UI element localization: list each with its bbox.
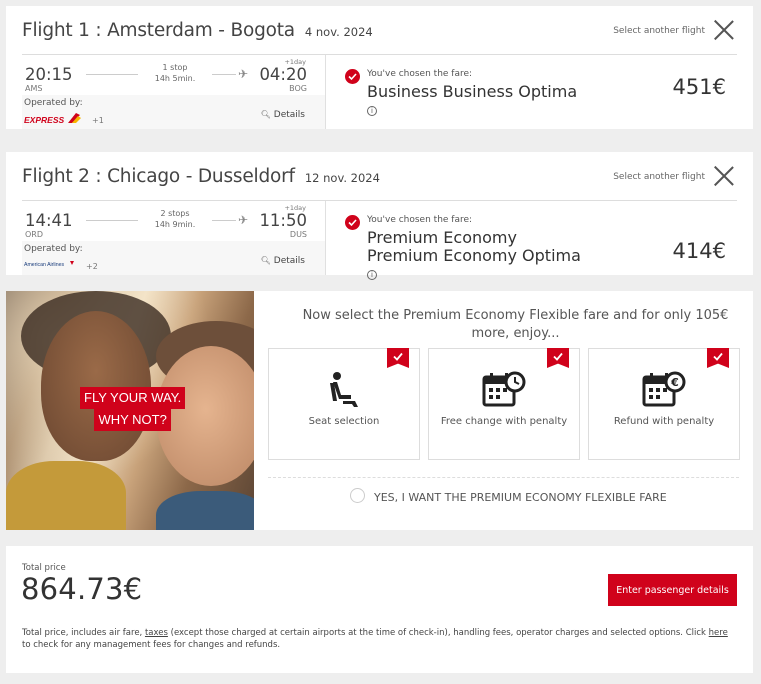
- calendar-clock-icon: [429, 371, 579, 411]
- flight-date: 4 nov. 2024: [304, 25, 373, 39]
- info-icon[interactable]: i: [367, 105, 377, 116]
- benefit-seat-selection: Seat selection: [268, 348, 420, 460]
- plane-icon: ✈: [238, 213, 249, 227]
- flight-title: Flight 1 : Amsterdam - Bogota: [22, 20, 295, 41]
- stops-info: 2 stops 14h 9min.: [140, 208, 210, 230]
- here-link[interactable]: here: [709, 628, 728, 638]
- flight-duration: 14h 5min.: [154, 74, 196, 83]
- arrival-code: DUS: [289, 230, 307, 239]
- operator-more-count: +2: [86, 262, 98, 271]
- upsell-headline: Now select the Premium Economy Flexible …: [302, 308, 729, 341]
- details-label: Details: [273, 110, 305, 120]
- departure-code: ORD: [25, 230, 44, 239]
- operated-by-label: Operated by:: [24, 98, 83, 108]
- route-line: [212, 220, 236, 221]
- arrival-code: BOG: [289, 84, 307, 93]
- flight-header: Flight 1 : Amsterdam - Bogota 4 nov. 202…: [22, 20, 373, 46]
- benefit-label: Refund with penalty: [613, 416, 715, 427]
- search-icon: 🔍︎: [260, 110, 271, 119]
- select-another-flight-link[interactable]: Select another flight: [613, 172, 705, 182]
- benefit-free-change: Free change with penalty: [428, 348, 580, 460]
- taxes-link[interactable]: taxes: [145, 628, 168, 638]
- flight-itinerary: 14:41 ORD 2 stops 14h 9min. ✈ +1day 11:5…: [22, 201, 325, 275]
- flight-card-2: Flight 2 : Chicago - Dusseldorf 12 nov. …: [6, 152, 753, 280]
- route-line: [86, 74, 138, 75]
- total-price: 864.73€: [21, 572, 143, 606]
- flight-duration: 14h 9min.: [154, 220, 196, 229]
- promo-line-2: WHY NOT?: [94, 409, 171, 431]
- check-icon: [547, 348, 569, 368]
- upsell-panel: FLY YOUR WAY. WHY NOT? Now select the Pr…: [6, 291, 753, 530]
- chosen-fare: You've chosen the fare: Premium Economy …: [326, 201, 753, 280]
- chosen-fare-label: You've chosen the fare:: [367, 69, 473, 79]
- benefit-label: Seat selection: [308, 416, 380, 427]
- check-icon: [707, 348, 729, 368]
- divider: [268, 477, 739, 478]
- info-icon[interactable]: i: [367, 269, 377, 280]
- departure-time: 14:41: [25, 211, 73, 230]
- stops-count: 1 stop: [162, 63, 188, 72]
- svg-text:American Airlines: American Airlines: [24, 262, 64, 268]
- flight-card-1: Flight 1 : Amsterdam - Bogota 4 nov. 202…: [6, 6, 753, 129]
- seat-icon: [269, 371, 419, 411]
- departure-time: 20:15: [25, 65, 73, 84]
- flexible-fare-radio[interactable]: [350, 488, 365, 503]
- calendar-euro-icon: €: [589, 371, 739, 411]
- benefits-list: Seat selection Free change with penalty …: [268, 348, 740, 460]
- departure-code: AMS: [25, 84, 43, 93]
- flight-itinerary: 20:15 AMS 1 stop 14h 5min. ✈ +1day 04:20…: [22, 55, 325, 129]
- enter-passenger-details-button[interactable]: Enter passenger details: [608, 574, 737, 606]
- fare-price: 414€: [672, 239, 726, 263]
- check-icon: [345, 215, 360, 230]
- route-line: [86, 220, 138, 221]
- close-icon[interactable]: [713, 165, 735, 187]
- route-line: [212, 74, 236, 75]
- fare-price: 451€: [672, 75, 726, 99]
- details-link[interactable]: 🔍︎ Details: [261, 256, 305, 266]
- arrival-time: 11:50: [259, 211, 307, 230]
- svg-text:€: €: [670, 376, 679, 389]
- flight-header: Flight 2 : Chicago - Dusseldorf 12 nov. …: [22, 166, 380, 192]
- stops-count: 2 stops: [160, 209, 190, 218]
- search-icon: 🔍︎: [260, 256, 271, 265]
- check-icon: [387, 348, 409, 368]
- promo-photo: FLY YOUR WAY. WHY NOT?: [6, 291, 254, 530]
- benefit-label: Free change with penalty: [440, 416, 568, 427]
- promo-badge: FLY YOUR WAY. WHY NOT?: [80, 387, 186, 431]
- benefit-refund: € Refund with penalty: [588, 348, 740, 460]
- stops-info: 1 stop 14h 5min.: [140, 62, 210, 84]
- plane-icon: ✈: [238, 67, 249, 81]
- flight-date: 12 nov. 2024: [304, 171, 380, 185]
- chosen-fare-label: You've chosen the fare:: [367, 215, 473, 225]
- operator-more-count: +1: [92, 116, 104, 125]
- fare-name: Business Business Optima i: [367, 82, 578, 116]
- close-icon[interactable]: [713, 19, 735, 41]
- details-link[interactable]: 🔍︎ Details: [261, 110, 305, 120]
- svg-text:EXPRESS: EXPRESS: [24, 115, 64, 125]
- operated-by-label: Operated by:: [24, 244, 83, 254]
- total-panel: Total price 864.73€ Enter passenger deta…: [6, 546, 753, 673]
- check-icon: [345, 69, 360, 84]
- flexible-fare-option-label[interactable]: YES, I WANT THE PREMIUM ECONOMY FLEXIBLE…: [374, 491, 667, 504]
- operator-row: Operated by: EXPRESS +1 🔍︎ Details: [22, 95, 325, 129]
- operator-row: Operated by: American Airlines +2 🔍︎ Deta…: [22, 241, 325, 275]
- select-another-flight-link[interactable]: Select another flight: [613, 26, 705, 36]
- flight-title: Flight 2 : Chicago - Dusseldorf: [22, 166, 295, 187]
- american-airlines-logo: American Airlines: [24, 258, 76, 270]
- arrival-time: 04:20: [259, 65, 307, 84]
- chosen-fare: You've chosen the fare: Business Busines…: [326, 55, 753, 129]
- total-price-note: Total price, includes air fare, taxes (e…: [22, 628, 728, 650]
- fare-name: Premium Economy Premium Economy Optima i: [367, 228, 581, 280]
- upsell-body: Now select the Premium Economy Flexible …: [254, 291, 753, 530]
- details-label: Details: [273, 256, 305, 266]
- iberia-express-logo: EXPRESS: [24, 112, 82, 125]
- promo-line-1: FLY YOUR WAY.: [80, 387, 186, 409]
